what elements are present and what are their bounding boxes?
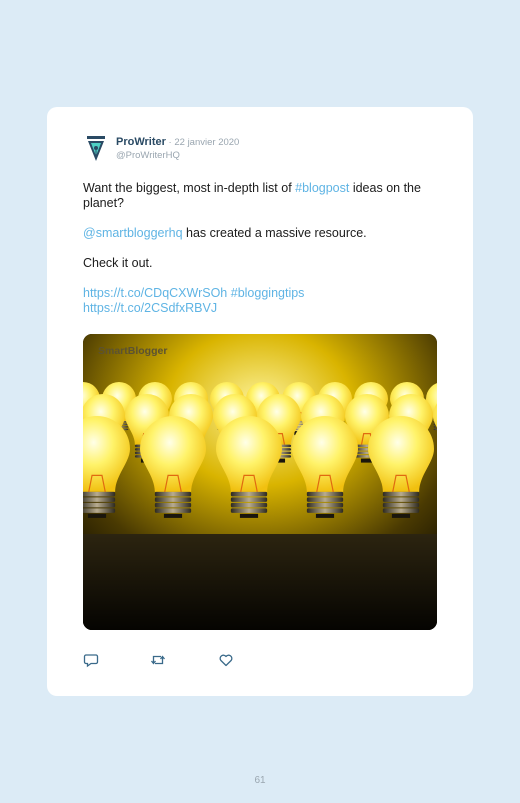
image-watermark: SmartBlogger [98,345,168,357]
tweet-paragraph: Check it out. [83,256,153,270]
tweet-card: ProWriter · 22 janvier 2020 @ProWriterHQ… [47,107,473,696]
tweet-text-segment: has created a massive resource. [182,226,367,240]
tweet-paragraph: @smartbloggerhq has created a massive re… [83,226,443,241]
hashtag-link[interactable]: #bloggingtips [231,286,305,300]
tweet-paragraph: Want the biggest, most in-depth list of … [83,181,443,211]
tweet-text-segment: Want the biggest, most in-depth list of [83,181,296,195]
url-link[interactable]: https://t.co/2CSdfxRBVJ [83,301,217,315]
reply-icon[interactable] [83,652,99,668]
tweet-author[interactable]: ProWriter · 22 janvier 2020 [116,136,239,148]
heart-icon[interactable] [218,652,234,668]
hashtag-link[interactable]: #blogpost [295,181,349,195]
author-handle[interactable]: @ProWriterHQ [116,150,180,161]
url-link[interactable]: https://t.co/CDqCXWrSOh [83,286,227,300]
retweet-icon[interactable] [150,652,166,668]
author-name[interactable]: ProWriter [116,136,166,148]
prowriter-logo-icon[interactable] [83,135,109,163]
tweet-links: https://t.co/CDqCXWrSOh #bloggingtips htt… [83,286,443,316]
tweet-image[interactable]: SmartBlogger [83,334,437,630]
mention-link[interactable]: @smartbloggerhq [83,226,183,240]
page-number: 61 [254,775,266,786]
tweet-date[interactable]: · 22 janvier 2020 [166,137,240,148]
tweet-text: Want the biggest, most in-depth list of … [83,181,443,316]
